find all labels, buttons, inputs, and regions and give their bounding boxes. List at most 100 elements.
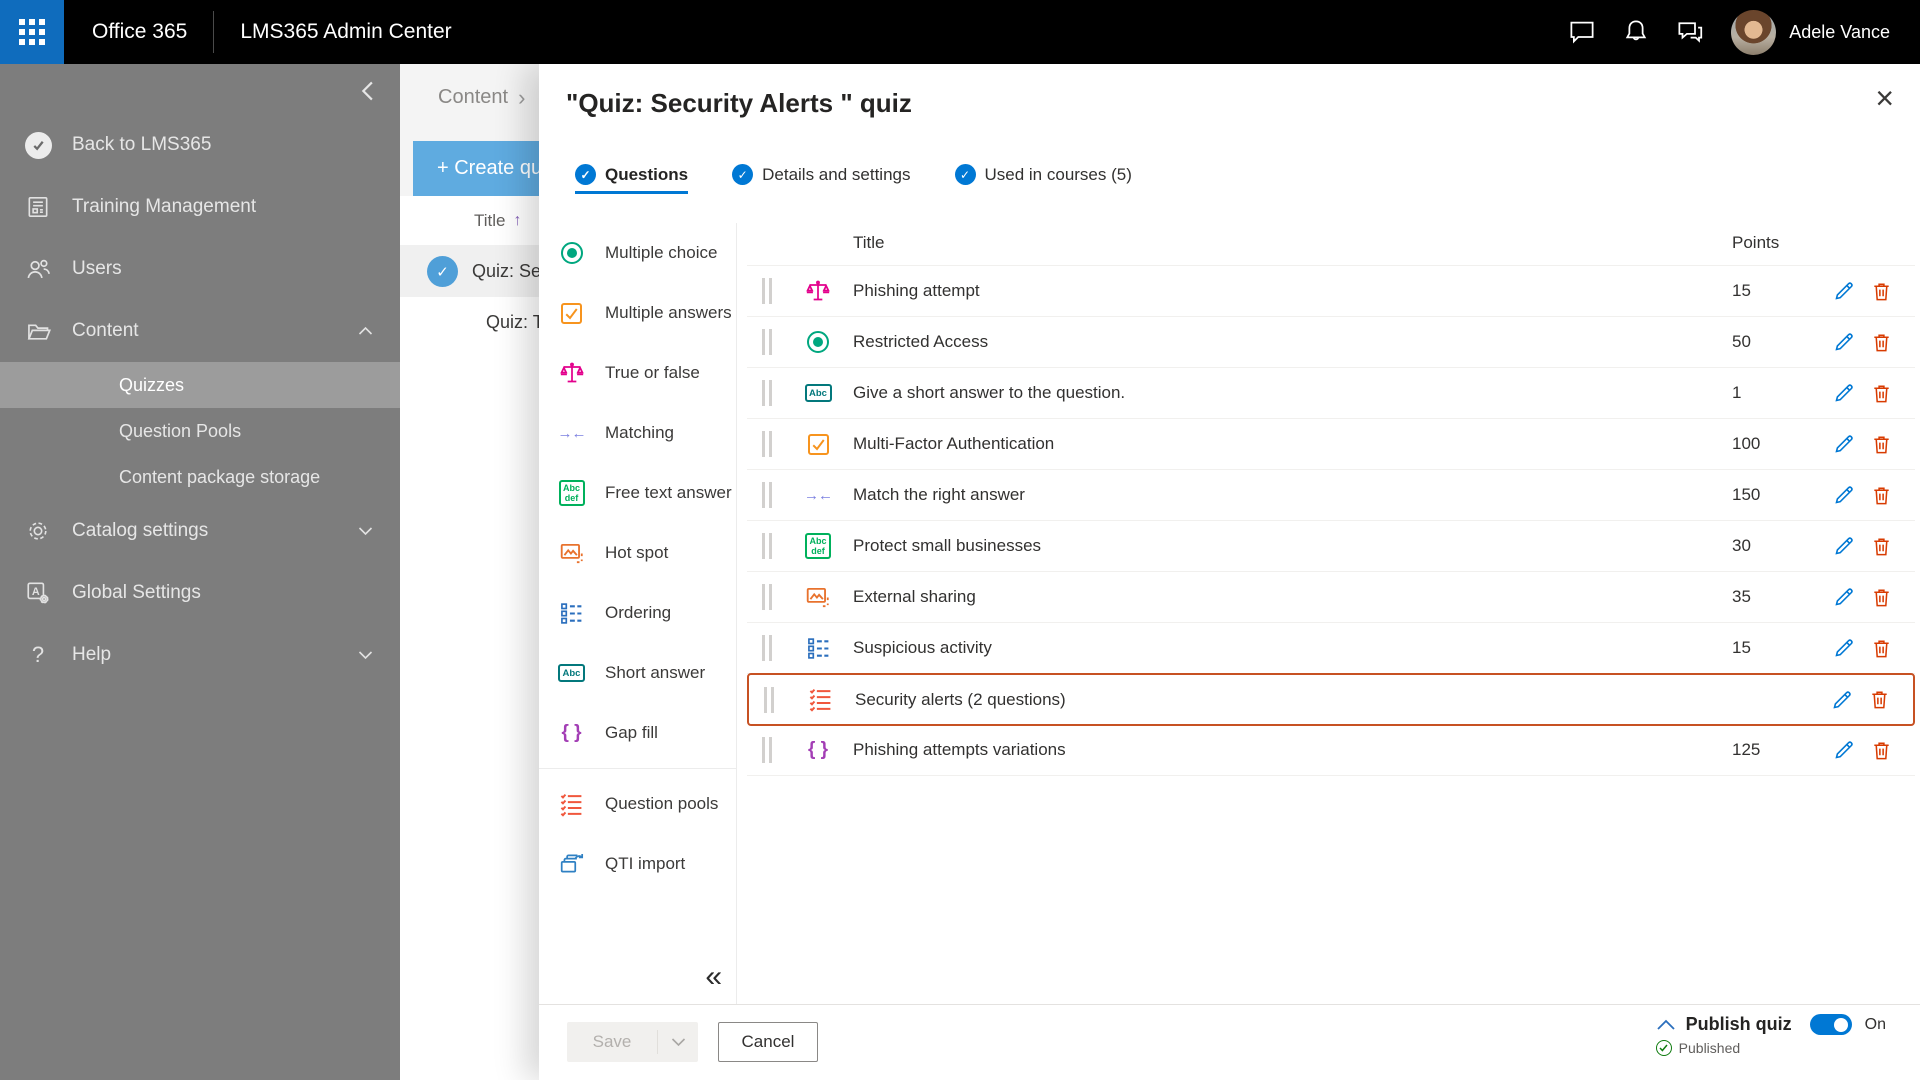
menu-item-label: Matching [605, 423, 674, 442]
menu-item-gap-fill[interactable]: { } Gap fill [539, 703, 736, 763]
edit-button[interactable] [1832, 381, 1856, 405]
menu-divider [539, 768, 736, 769]
drag-handle[interactable] [747, 482, 792, 508]
notifications-button[interactable] [1609, 0, 1663, 64]
question-row: Restricted Access 50 [747, 317, 1915, 368]
menu-item-multiple-answers[interactable]: Multiple answers [539, 283, 736, 343]
delete-button[interactable] [1870, 382, 1893, 405]
cancel-button[interactable]: Cancel [718, 1022, 818, 1062]
app-launcher-button[interactable] [0, 0, 64, 64]
chat-button[interactable] [1555, 0, 1609, 64]
publish-toggle[interactable] [1809, 1014, 1852, 1035]
check-circle-icon: ✓ [954, 164, 976, 185]
delete-button[interactable] [1870, 637, 1893, 660]
title-column-header[interactable]: Title [474, 211, 506, 231]
menu-item-label: QTI import [605, 854, 686, 873]
user-avatar[interactable] [1731, 9, 1777, 55]
question-row: Security alerts (2 questions) [747, 673, 1915, 726]
question-row: →← Match the right answer 150 [747, 470, 1915, 521]
edit-button[interactable] [1830, 688, 1854, 712]
edit-button[interactable] [1832, 330, 1856, 354]
menu-item-ordering[interactable]: Ordering [539, 583, 736, 643]
question-points: 30 [1732, 536, 1751, 555]
tab-used-in-courses[interactable]: ✓ Used in courses (5) [954, 158, 1132, 194]
delete-button[interactable] [1870, 739, 1893, 762]
breadcrumb[interactable]: Content › [438, 86, 525, 109]
sidebar-item-training-management[interactable]: Training Management [0, 176, 400, 238]
delete-button[interactable] [1870, 484, 1893, 507]
sidebar-subitem-question-pools[interactable]: Question Pools [0, 408, 400, 454]
menu-item-true-or-false[interactable]: True or false [539, 343, 736, 403]
drag-handle[interactable] [747, 533, 792, 559]
ordered-list-icon [561, 602, 582, 624]
braces-icon: { } [807, 739, 829, 760]
edit-button[interactable] [1832, 534, 1856, 558]
office-365-link[interactable]: Office 365 [92, 20, 187, 44]
drag-handle[interactable] [747, 431, 792, 457]
question-points: 35 [1732, 587, 1751, 606]
edit-button[interactable] [1832, 636, 1856, 660]
sidebar-item-content[interactable]: Content [0, 300, 400, 362]
close-button[interactable]: × [1875, 82, 1894, 114]
menu-item-hot-spot[interactable]: Hot spot [539, 523, 736, 583]
sort-ascending-icon[interactable]: ↑ [514, 212, 522, 230]
delete-button[interactable] [1870, 331, 1893, 354]
sidebar-item-label: Global Settings [72, 582, 201, 603]
user-name[interactable]: Adele Vance [1789, 22, 1890, 43]
drag-handle[interactable] [747, 329, 792, 355]
question-row: Multi-Factor Authentication 100 [747, 419, 1915, 470]
sidebar-subitem-quizzes[interactable]: Quizzes [0, 362, 400, 408]
collapse-menu-button[interactable]: « [705, 962, 722, 992]
sidebar-subitem-content-package-storage[interactable]: Content package storage [0, 454, 400, 500]
menu-item-label: Multiple choice [605, 243, 718, 262]
sidebar-item-label: Users [72, 258, 122, 279]
drag-handle[interactable] [747, 584, 792, 610]
menu-item-label: Hot spot [605, 543, 669, 562]
sidebar-item-global-settings[interactable]: A Global Settings [0, 562, 400, 624]
edit-button[interactable] [1832, 432, 1856, 456]
check-circle-icon: ✓ [575, 164, 596, 185]
edit-button[interactable] [1832, 738, 1856, 762]
menu-item-matching[interactable]: →← Matching [539, 403, 736, 463]
abc-icon: Abc [558, 664, 585, 682]
tab-label: Questions [605, 164, 689, 184]
radio-icon [807, 331, 829, 353]
sidebar-collapse-button[interactable] [352, 76, 382, 106]
delete-button[interactable] [1870, 535, 1893, 558]
chevron-down-icon [358, 527, 373, 536]
scales-icon [806, 280, 830, 301]
questions-table: Title Points Phishing attempt 15 Restricte… [747, 220, 1915, 776]
publish-quiz-label[interactable]: Publish quiz [1686, 1014, 1792, 1035]
sidebar-item-help[interactable]: ? Help [0, 624, 400, 686]
tab-questions[interactable]: ✓ Questions [575, 158, 689, 194]
question-title: Give a short answer to the question. [853, 383, 1126, 402]
chevron-up-icon[interactable] [1656, 1018, 1676, 1031]
breadcrumb-label[interactable]: Content [438, 86, 508, 109]
delete-button[interactable] [1870, 280, 1893, 303]
save-button[interactable]: Save [567, 1022, 657, 1062]
drag-handle[interactable] [747, 635, 792, 661]
delete-button[interactable] [1870, 586, 1893, 609]
save-options-button[interactable] [658, 1022, 698, 1062]
feedback-button[interactable] [1663, 0, 1717, 64]
sidebar-item-users[interactable]: Users [0, 238, 400, 300]
menu-item-free-text-answer[interactable]: Abc def Free text answer [539, 463, 736, 523]
delete-button[interactable] [1868, 688, 1891, 711]
edit-button[interactable] [1832, 483, 1856, 507]
menu-item-multiple-choice[interactable]: Multiple choice [539, 223, 736, 283]
drag-handle[interactable] [747, 380, 792, 406]
question-title: Multi-Factor Authentication [853, 434, 1055, 453]
drag-handle[interactable] [747, 278, 792, 304]
drag-handle[interactable] [747, 737, 792, 763]
menu-item-short-answer[interactable]: Abc Short answer [539, 643, 736, 703]
sidebar-item-catalog-settings[interactable]: Catalog settings [0, 500, 400, 562]
sidebar-item-back-to-lms365[interactable]: Back to LMS365 [0, 114, 400, 176]
edit-button[interactable] [1832, 279, 1856, 303]
delete-button[interactable] [1870, 433, 1893, 456]
drag-handle[interactable] [749, 686, 794, 713]
tab-details-and-settings[interactable]: ✓ Details and settings [732, 158, 911, 194]
menu-item-question-pools[interactable]: Question pools [539, 774, 736, 834]
edit-button[interactable] [1832, 585, 1856, 609]
dialog-title: "Quiz: Security Alerts " quiz [566, 88, 912, 118]
menu-item-qti-import[interactable]: QTI import [539, 834, 736, 894]
